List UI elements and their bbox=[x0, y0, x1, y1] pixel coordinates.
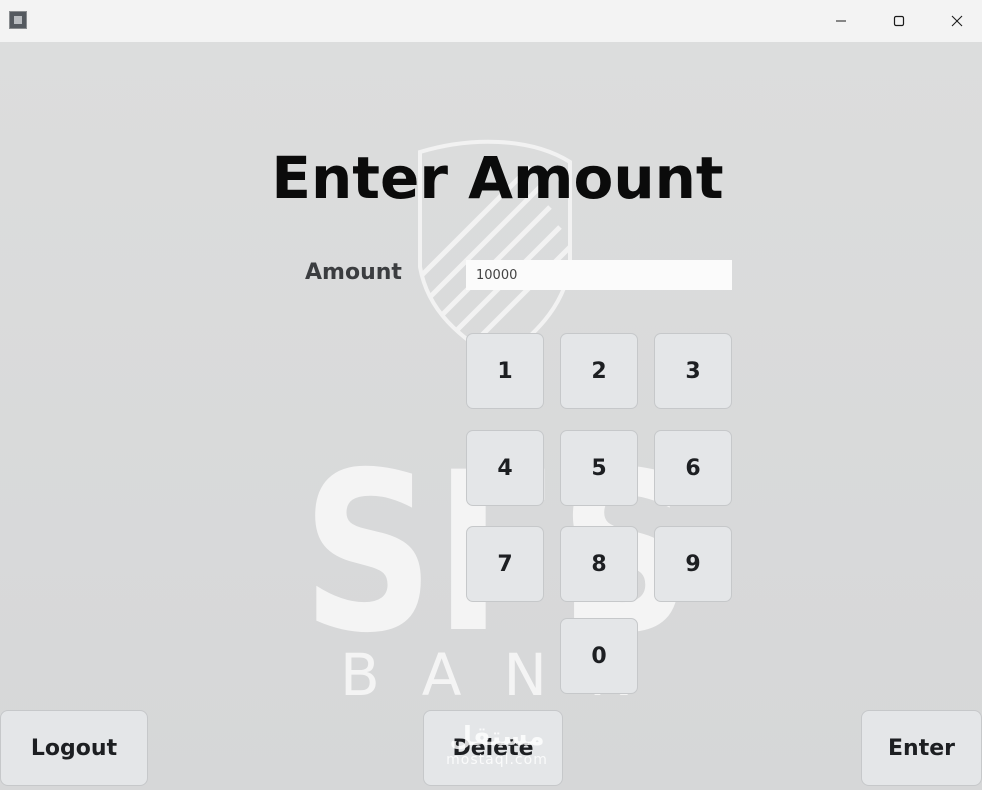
key-8[interactable]: 8 bbox=[560, 526, 638, 602]
main-content: SFS BANK Enter Amount Amount 1 2 3 4 5 6… bbox=[0, 42, 982, 790]
enter-button[interactable]: Enter bbox=[861, 710, 982, 786]
key-1[interactable]: 1 bbox=[466, 333, 544, 409]
app-icon bbox=[9, 11, 27, 29]
logout-button[interactable]: Logout bbox=[0, 710, 148, 786]
key-5[interactable]: 5 bbox=[560, 430, 638, 506]
key-6[interactable]: 6 bbox=[654, 430, 732, 506]
bank-logo-watermark: SFS BANK bbox=[302, 139, 692, 697]
amount-input[interactable] bbox=[466, 260, 732, 290]
key-9[interactable]: 9 bbox=[654, 526, 732, 602]
page-title: Enter Amount bbox=[271, 144, 724, 212]
minimize-button[interactable] bbox=[812, 0, 870, 42]
delete-button[interactable]: Delete bbox=[423, 710, 563, 786]
key-7[interactable]: 7 bbox=[466, 526, 544, 602]
close-icon bbox=[951, 15, 963, 27]
close-button[interactable] bbox=[928, 0, 982, 42]
key-2[interactable]: 2 bbox=[560, 333, 638, 409]
minimize-icon bbox=[836, 20, 846, 22]
key-0[interactable]: 0 bbox=[560, 618, 638, 694]
maximize-button[interactable] bbox=[870, 0, 928, 42]
maximize-icon bbox=[893, 15, 905, 27]
title-bar bbox=[0, 0, 982, 42]
key-3[interactable]: 3 bbox=[654, 333, 732, 409]
amount-label: Amount bbox=[305, 260, 402, 285]
key-4[interactable]: 4 bbox=[466, 430, 544, 506]
app-window: SFS BANK Enter Amount Amount 1 2 3 4 5 6… bbox=[0, 0, 982, 790]
